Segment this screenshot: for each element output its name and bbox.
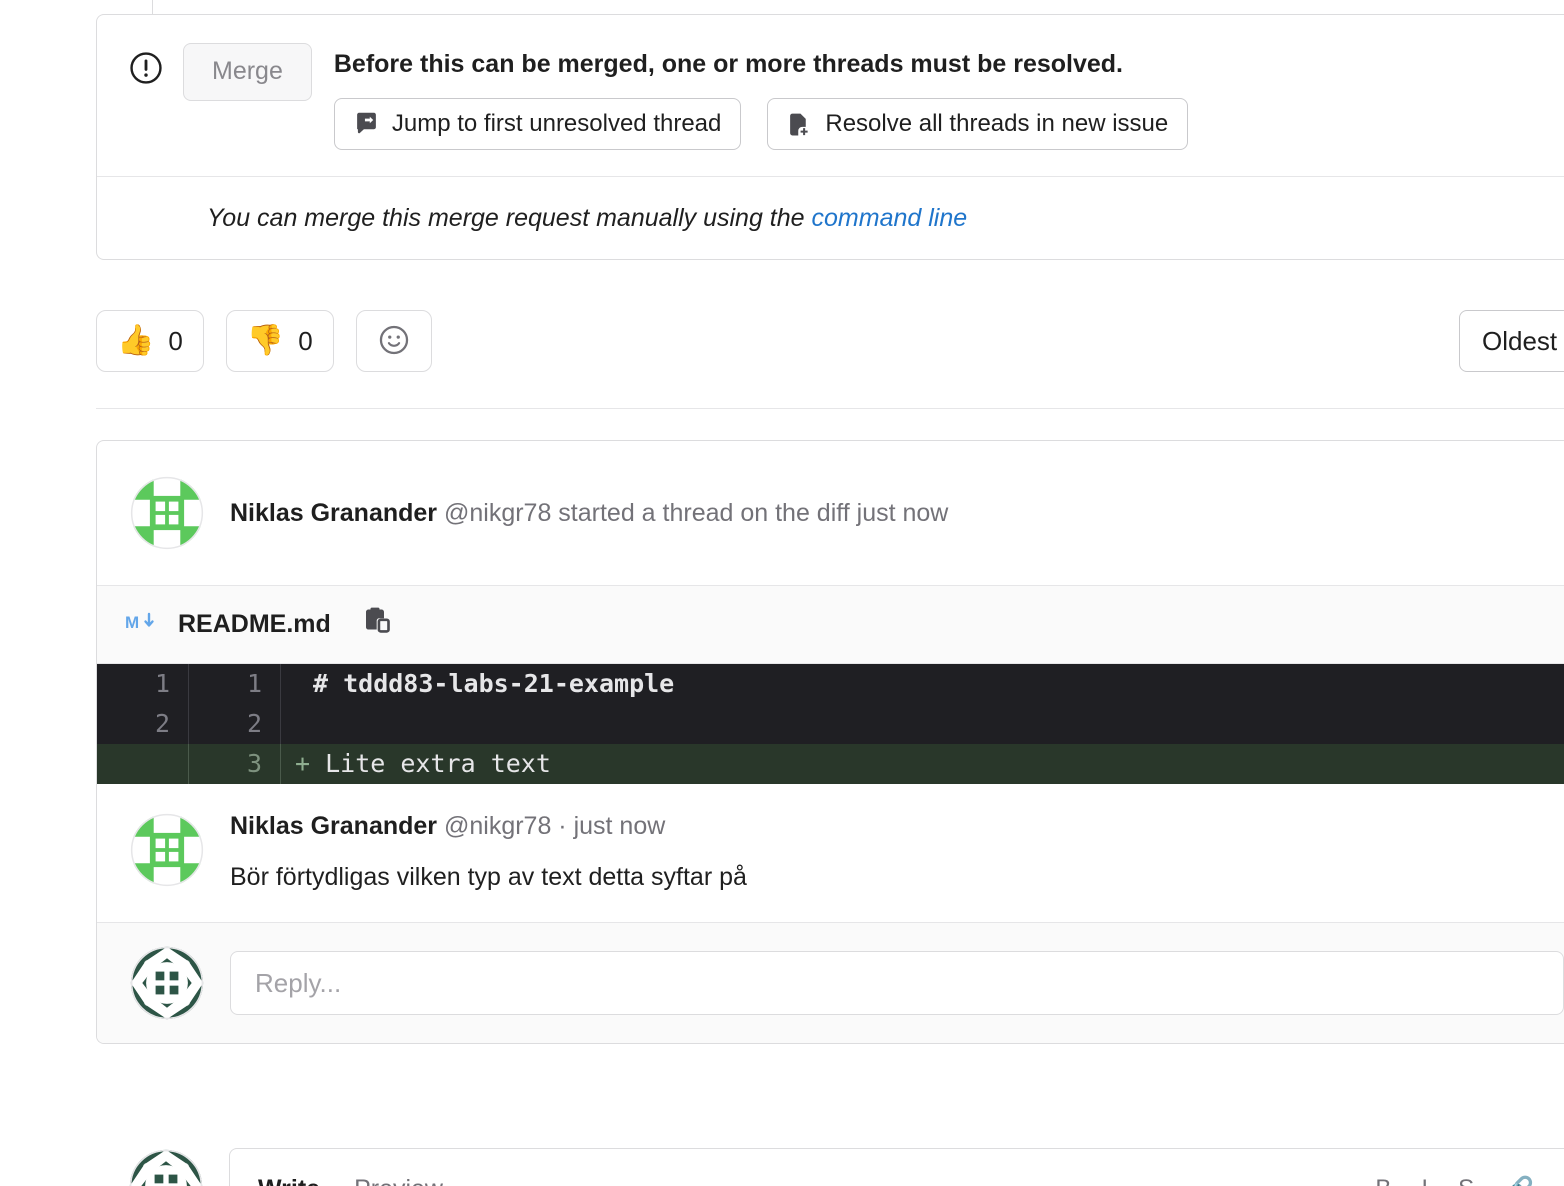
tab-write[interactable]: Write <box>258 1175 320 1186</box>
command-line-link[interactable]: command line <box>812 204 968 232</box>
bold-icon[interactable]: B <box>1375 1175 1391 1186</box>
add-reaction-button[interactable] <box>355 310 432 372</box>
merge-widget-bottom: You can merge this merge request manuall… <box>97 176 1564 259</box>
jump-to-thread-label: Jump to first unresolved thread <box>391 110 722 137</box>
diff-old-line-number <box>97 744 189 784</box>
reaction-thumbs-up-button[interactable]: 👍 0 <box>96 310 204 372</box>
thumbs-down-count: 0 <box>298 325 313 356</box>
reply-input[interactable] <box>230 951 1564 1015</box>
new-issue-icon <box>787 112 812 137</box>
diff-code-line <box>281 704 1564 744</box>
comment-meta: Niklas Granander @nikgr78 · just now <box>230 812 747 841</box>
exclamation-circle-icon <box>129 51 163 85</box>
dark-teal-identicon-avatar[interactable] <box>129 945 205 1021</box>
jump-to-first-unresolved-thread-button[interactable]: Jump to first unresolved thread <box>333 98 742 150</box>
comment-editor-box: Write Preview B I S 🔗 <box>229 1148 1564 1186</box>
green-identicon-avatar[interactable] <box>129 475 205 551</box>
thumbs-up-count: 0 <box>168 325 183 356</box>
timeline-connector <box>152 0 153 14</box>
manual-merge-prefix: You can merge this merge request manuall… <box>207 204 812 232</box>
editor-tabs: Write Preview <box>258 1175 443 1186</box>
manual-merge-text: You can merge this merge request manuall… <box>207 204 967 232</box>
comment-handle-timestamp: @nikgr78 · just now <box>437 812 666 840</box>
diff-old-line-number: 2 <box>97 704 189 744</box>
diff-code-line: # tddd83-labs-21-example <box>313 669 675 698</box>
merge-blocked-headline: Before this can be merged, one or more t… <box>333 50 1123 78</box>
merge-button[interactable]: Merge <box>183 43 312 101</box>
diff-viewer: 1 1 # tddd83-labs-21-example 2 2 3 + Lit… <box>97 664 1564 784</box>
reaction-thumbs-down-button[interactable]: 👎 0 <box>225 310 334 372</box>
copy-to-clipboard-icon[interactable] <box>360 606 390 643</box>
diff-add-sign: + <box>295 749 311 778</box>
discussion-thread-card: Niklas Granander @nikgr78 started a thre… <box>96 440 1564 1044</box>
editor-toolbar: B I S 🔗 <box>1375 1175 1534 1186</box>
italic-icon[interactable]: I <box>1421 1175 1428 1186</box>
new-comment-editor: Write Preview B I S 🔗 <box>96 1148 1564 1186</box>
markdown-icon: M <box>125 611 159 638</box>
section-divider <box>96 408 1564 409</box>
reactions-row: 👍 0 👎 0 Oldest <box>96 310 1564 372</box>
diff-file-name[interactable]: README.md <box>178 610 331 639</box>
thread-author-name[interactable]: Niklas Granander <box>230 499 437 527</box>
jump-to-thread-icon <box>354 112 379 137</box>
comment-author-name[interactable]: Niklas Granander <box>230 812 437 840</box>
merge-widget-top: Merge Before this can be merged, one or … <box>97 15 1564 176</box>
thread-header-text: Niklas Granander @nikgr78 started a thre… <box>230 499 948 528</box>
green-identicon-avatar[interactable] <box>129 812 205 888</box>
merge-widget-message: Before this can be merged, one or more t… <box>333 43 1189 150</box>
dark-teal-identicon-avatar[interactable] <box>128 1148 204 1186</box>
diff-new-line-number: 2 <box>189 704 281 744</box>
diff-row-added: 3 + Lite extra text <box>97 744 1564 784</box>
diff-code-line: + Lite extra text <box>281 744 1564 784</box>
diff-row: 2 2 <box>97 704 1564 744</box>
strikethrough-icon[interactable]: S <box>1458 1175 1474 1186</box>
thumbs-down-icon: 👎 <box>246 324 285 357</box>
diff-new-line-number: 1 <box>189 664 281 704</box>
diff-new-line-number: 3 <box>189 744 281 784</box>
smiley-face-icon <box>377 323 411 360</box>
diff-old-line-number: 1 <box>97 664 189 704</box>
diff-code-text: Lite extra text <box>325 749 551 778</box>
link-icon[interactable]: 🔗 <box>1504 1175 1534 1186</box>
comment-body: Niklas Granander @nikgr78 · just now Bör… <box>230 812 747 892</box>
svg-text:M: M <box>125 613 139 632</box>
thread-header-rest: @nikgr78 started a thread on the diff ju… <box>437 498 949 527</box>
thread-comment: Niklas Granander @nikgr78 · just now Bör… <box>97 784 1564 922</box>
thread-reply-row <box>97 922 1564 1043</box>
resolve-all-threads-label: Resolve all threads in new issue <box>825 110 1169 137</box>
merge-widget: Merge Before this can be merged, one or … <box>96 14 1564 260</box>
diff-row: 1 1 # tddd83-labs-21-example <box>97 664 1564 704</box>
merge-widget-actions: Jump to first unresolved thread Resolve … <box>333 98 1189 150</box>
merge-request-overview: Merge Before this can be merged, one or … <box>0 0 1564 1186</box>
tab-preview[interactable]: Preview <box>354 1175 443 1186</box>
sort-order-dropdown[interactable]: Oldest <box>1459 310 1564 372</box>
thread-header: Niklas Granander @nikgr78 started a thre… <box>97 441 1564 586</box>
thumbs-up-icon: 👍 <box>117 324 155 357</box>
resolve-all-threads-in-new-issue-button[interactable]: Resolve all threads in new issue <box>767 98 1189 150</box>
diff-file-header: M README.md <box>97 586 1564 664</box>
comment-text: Bör förtydligas vilken typ av text detta… <box>230 863 747 891</box>
